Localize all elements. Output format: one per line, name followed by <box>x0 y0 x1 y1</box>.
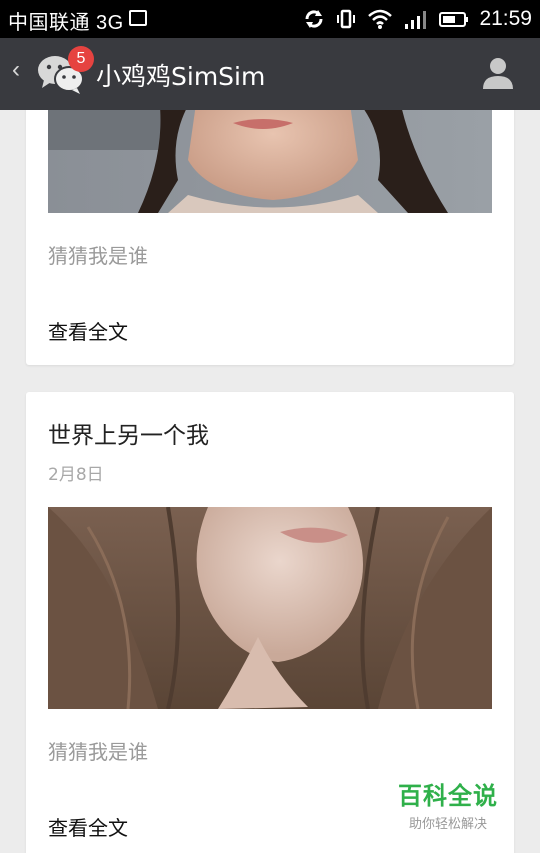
unread-badge: 5 <box>68 46 94 72</box>
face-photo-image <box>48 507 492 709</box>
carrier-label: 中国联通 3G <box>8 12 124 34</box>
article-title: 世界上另一个我 <box>48 423 209 449</box>
watermark-logo: 百科全说 助你轻松解决 <box>398 776 498 832</box>
profile-icon[interactable] <box>482 56 514 90</box>
sync-icon <box>305 10 323 28</box>
article-date: 2月8日 <box>48 465 104 485</box>
vibrate-icon <box>337 9 356 29</box>
page-title: 小鸡鸡SimSim <box>96 62 266 91</box>
article-card[interactable]: 猜猜我是谁 查看全文 <box>26 110 514 365</box>
watermark-brand: 百科全说 <box>398 782 498 810</box>
article-photo[interactable] <box>48 110 492 213</box>
article-description: 猜猜我是谁 <box>48 244 148 268</box>
article-description: 猜猜我是谁 <box>48 740 148 764</box>
status-icons: 21:59 <box>303 4 532 34</box>
clock: 21:59 <box>479 7 532 30</box>
watermark-tagline: 助你轻松解决 <box>408 817 487 832</box>
image-notification-icon <box>129 10 147 26</box>
article-photo[interactable] <box>48 507 492 709</box>
status-bar: 中国联通 3G 21:59 <box>0 0 540 38</box>
article-feed[interactable]: 猜猜我是谁 查看全文 世界上另一个我 2月8日 猜猜我是谁 查看全文 <box>0 110 540 853</box>
face-photo-image <box>48 110 492 213</box>
wifi-icon <box>368 9 393 29</box>
battery-icon <box>439 12 469 27</box>
read-more-link[interactable]: 查看全文 <box>48 316 128 345</box>
signal-icon <box>405 11 427 29</box>
app-bar: ‹ 5 小鸡鸡SimSim <box>0 38 540 110</box>
read-more-link[interactable]: 查看全文 <box>48 812 128 841</box>
back-button[interactable]: ‹ <box>12 56 20 84</box>
